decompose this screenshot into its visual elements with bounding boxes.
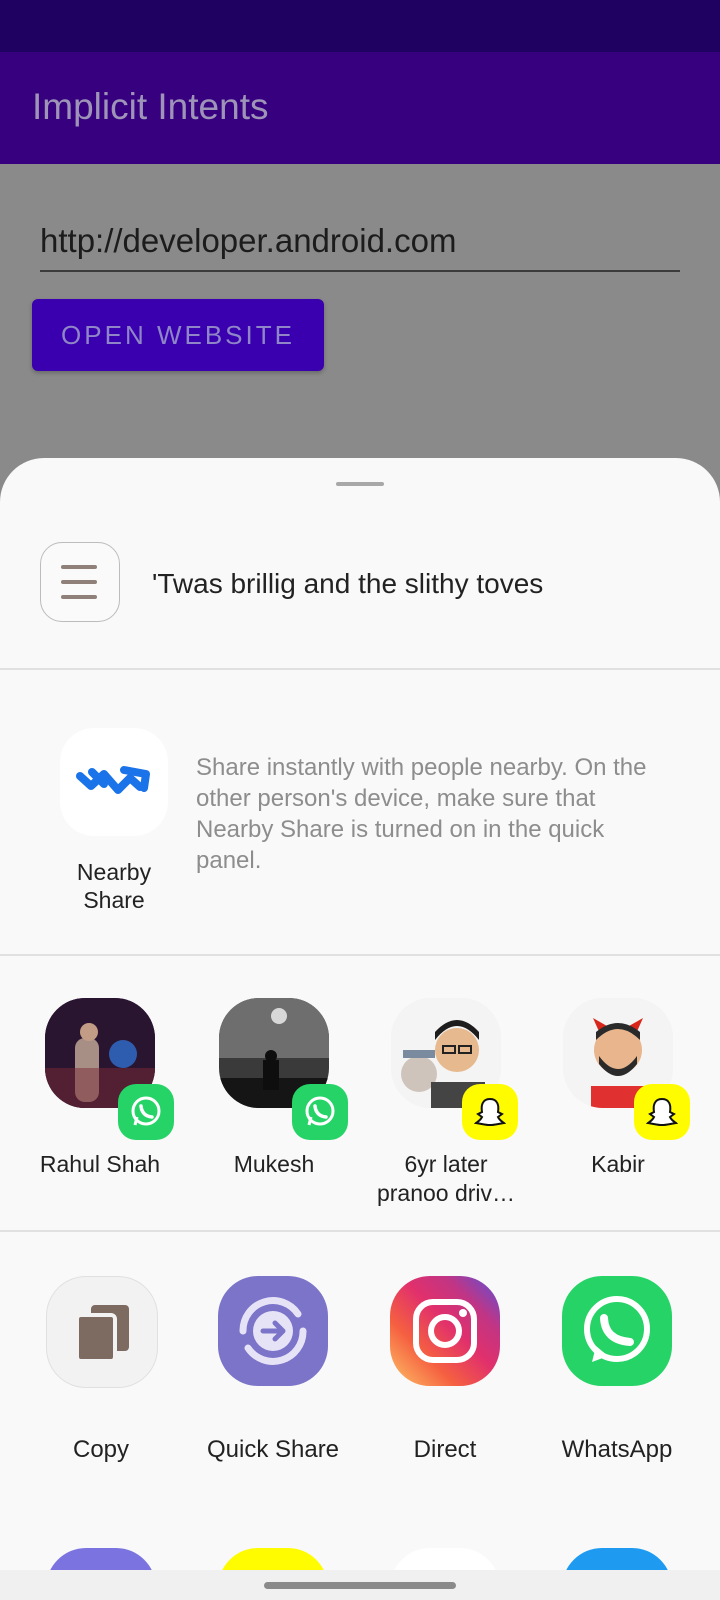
whatsapp-icon	[562, 1276, 672, 1386]
app-bar: Implicit Intents	[0, 52, 720, 164]
nearby-share-description: Share instantly with people nearby. On t…	[196, 754, 647, 874]
status-bar	[0, 0, 720, 52]
contact-name: Rahul Shah	[39, 1151, 161, 1177]
home-gesture-handle[interactable]	[264, 1582, 456, 1589]
url-input-value: http://developer.android.com	[40, 222, 457, 259]
app-label: Direct	[413, 1436, 477, 1463]
whatsapp-icon	[118, 1084, 174, 1140]
nearby-share-icon[interactable]	[60, 728, 168, 836]
nearby-share-label[interactable]: Nearby Share	[60, 858, 168, 914]
app-quick-share[interactable]: Quick Share	[188, 1276, 358, 1476]
copy-icon	[46, 1276, 158, 1388]
app-copy[interactable]: Copy	[16, 1276, 186, 1476]
whatsapp-icon	[292, 1084, 348, 1140]
url-input[interactable]: http://developer.android.com	[40, 218, 680, 272]
contact-rahul-shah[interactable]: Rahul Shah	[20, 998, 180, 1198]
contact-6yr-later[interactable]: 6yr later pranoo driv…	[366, 998, 526, 1206]
quick-share-icon	[218, 1276, 328, 1386]
app-instagram-direct[interactable]: Direct	[360, 1276, 530, 1476]
divider	[0, 1230, 720, 1232]
navigation-bar	[0, 1570, 720, 1600]
contact-kabir[interactable]: Kabir	[538, 998, 698, 1198]
snapchat-icon	[462, 1084, 518, 1140]
sheet-drag-handle[interactable]	[336, 482, 384, 486]
app-whatsapp[interactable]: WhatsApp	[532, 1276, 702, 1476]
snapchat-icon	[634, 1084, 690, 1140]
contact-name: Kabir	[591, 1151, 645, 1177]
app-label: Quick Share	[206, 1436, 340, 1463]
share-sheet: 'Twas brillig and the slithy toves Nearb…	[0, 458, 720, 1600]
instagram-icon	[390, 1276, 500, 1386]
share-preview-text: 'Twas brillig and the slithy toves	[152, 568, 544, 599]
contact-mukesh[interactable]: Mukesh	[194, 998, 354, 1198]
divider	[0, 954, 720, 956]
text-document-icon	[40, 542, 120, 622]
app-label: Copy	[72, 1436, 130, 1463]
app-label: WhatsApp	[561, 1436, 673, 1463]
divider	[0, 668, 720, 670]
open-website-button[interactable]: OPEN WEBSITE	[32, 299, 324, 371]
contact-name: Mukesh	[233, 1151, 315, 1177]
app-title: Implicit Intents	[32, 86, 269, 127]
contact-name: 6yr later pranoo driv…	[376, 1151, 516, 1206]
